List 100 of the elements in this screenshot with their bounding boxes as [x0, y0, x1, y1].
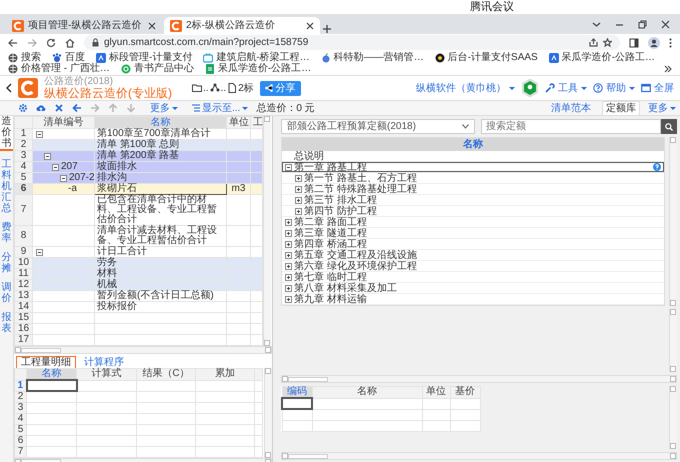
menu-button[interactable]: 帮助	[593, 82, 635, 94]
collapse-icon[interactable]	[60, 174, 67, 182]
address-field[interactable]: glyun.smartcost.com.cn/main?project=158759	[84, 35, 620, 50]
close-icon[interactable]	[148, 22, 156, 30]
vertical-scrollbar[interactable]	[264, 368, 272, 458]
collapse-icon[interactable]	[52, 164, 59, 170]
tree-row[interactable]: 第三章 隧道工程	[282, 228, 664, 239]
more-menu[interactable]: 更多	[150, 102, 178, 114]
close-icon[interactable]	[661, 20, 670, 28]
column-header[interactable]: 计算式	[76, 368, 136, 380]
collapse-icon[interactable]	[285, 164, 292, 170]
expand-icon[interactable]	[285, 274, 292, 280]
search-button[interactable]	[661, 119, 677, 134]
help-icon[interactable]	[653, 163, 661, 171]
bookmark-link[interactable]: 呆瓜学造价-公路工…	[548, 52, 656, 63]
browser-tab[interactable]: 项目管理-纵横公路云造价	[6, 17, 162, 34]
library-select[interactable]: 部颁公路工程预算定额(2018)	[281, 119, 475, 134]
more-vertical-icon[interactable]	[669, 38, 672, 48]
back-icon[interactable]	[8, 38, 18, 48]
tree-row[interactable]: 第一节 路基土、石方工程	[282, 173, 664, 184]
table-row[interactable]: 8 清单合计减去材料、工程设备、专业工程暂估价合计	[14, 226, 262, 246]
tree-row[interactable]: 第五章 交通工程及沿线设施	[282, 250, 664, 261]
profile-icon[interactable]	[648, 36, 660, 48]
column-header[interactable]: 名称	[312, 386, 422, 398]
collapse-icon[interactable]	[36, 130, 43, 138]
settings-icon[interactable]	[18, 103, 28, 113]
table-row[interactable]: 5 207-2 排水沟	[14, 172, 262, 184]
table-row[interactable]: 7 已包含在清单合计中的材料、工程设备、专业工程暂估价合计	[14, 194, 262, 226]
tree-row[interactable]: 第二节 特殊路基处理工程	[282, 184, 664, 195]
side-nav-tab[interactable]: 报表	[0, 312, 13, 334]
table-row[interactable]: 14 投标报价	[14, 302, 262, 312]
arrow-left-icon[interactable]	[72, 103, 82, 113]
column-header[interactable]: 结果（C）	[136, 368, 196, 380]
star-icon[interactable]	[603, 38, 612, 47]
expand-icon[interactable]	[285, 262, 292, 270]
bookmark-link[interactable]: 后台-计量支付SAAS	[434, 52, 538, 63]
vertical-scrollbar[interactable]	[263, 116, 271, 346]
reload-icon[interactable]	[46, 38, 56, 48]
bookmark-link[interactable]: 百度	[52, 52, 85, 63]
bookmark-link[interactable]: 建筑启航-桥梁工程…	[203, 52, 310, 63]
horizontal-scrollbar[interactable]	[281, 375, 677, 383]
delete-icon[interactable]	[54, 103, 64, 113]
tree-row[interactable]: 第四章 桥涵工程	[282, 239, 664, 250]
cloud-upload-icon[interactable]	[36, 103, 46, 113]
table-row[interactable]: 10 劳务	[14, 258, 262, 268]
vertical-scrollbar[interactable]	[669, 386, 677, 449]
column-header[interactable]: 编码	[282, 386, 312, 398]
horizontal-scrollbar[interactable]	[14, 346, 272, 354]
expand-icon[interactable]	[285, 296, 292, 302]
tree-row[interactable]: 第二章 路面工程	[282, 217, 664, 228]
collapse-icon[interactable]	[36, 248, 43, 256]
search-field[interactable]: 搜索定额	[481, 119, 661, 134]
table-row[interactable]: 4 207 坡面排水	[14, 162, 262, 172]
restore-icon[interactable]	[638, 20, 647, 28]
table-row[interactable]: 3 清单 第200章 路基	[14, 150, 262, 162]
table-row[interactable]: 13 暂列金额(不含计日工总额)	[14, 290, 262, 302]
expand-icon[interactable]	[285, 230, 292, 236]
breadcrumb-text[interactable]: ..	[220, 82, 226, 94]
panel-tab[interactable]: 定额库	[602, 101, 640, 115]
vertical-scrollbar[interactable]	[669, 309, 677, 372]
column-header[interactable]: 名称	[94, 116, 226, 128]
collapse-icon[interactable]	[44, 152, 51, 160]
more-menu[interactable]: 更多	[648, 102, 676, 114]
display-level-menu[interactable]: 显示至...	[192, 102, 248, 114]
column-header[interactable]: 单位	[226, 116, 250, 128]
expand-icon[interactable]	[295, 174, 302, 182]
expand-icon[interactable]	[285, 240, 292, 248]
expand-icon[interactable]	[285, 218, 292, 226]
tree-row[interactable]: 第七章 临时工程	[282, 272, 664, 283]
fullscreen-button[interactable]: 全屏	[641, 82, 674, 94]
browser-tab[interactable]: 2标-纵横公路云造价	[164, 17, 320, 34]
bookmark-link[interactable]: 搜索	[8, 52, 41, 63]
breadcrumb-text[interactable]: ..	[203, 82, 209, 94]
expand-icon[interactable]	[285, 252, 292, 258]
side-nav-tab[interactable]: 费率	[0, 222, 13, 244]
side-nav-tab[interactable]: 造价书	[0, 116, 13, 151]
column-header[interactable]: 累加	[196, 368, 254, 380]
table-row[interactable]: 11 材料	[14, 268, 262, 280]
vertical-scrollbar[interactable]	[669, 137, 677, 306]
breadcrumb-text[interactable]: 2标	[238, 82, 254, 94]
tree-row[interactable]: 第三节 排水工程	[282, 195, 664, 206]
menu-button[interactable]: 工具	[545, 82, 587, 94]
account-menu[interactable]: 纵横软件（黄巾桃）	[416, 82, 515, 94]
new-tab-icon[interactable]	[322, 24, 332, 34]
bookmark-link[interactable]: 科特勒——营销管…	[320, 52, 424, 63]
tree-row[interactable]: 第四节 防护工程	[282, 206, 664, 217]
horizontal-scrollbar[interactable]	[281, 452, 677, 460]
tree-row[interactable]: 第六章 绿化及环境保护工程	[282, 261, 664, 272]
bookmark-link[interactable]: 呆瓜学造价-公路工…	[204, 63, 312, 74]
tree-row[interactable]: 第一章 路基工程	[282, 162, 664, 173]
chevrons-right-icon[interactable]	[664, 64, 672, 72]
tree-row[interactable]: 第八章 材料采集及加工	[282, 283, 664, 294]
share-icon[interactable]	[589, 38, 598, 47]
expand-icon[interactable]	[295, 208, 302, 214]
expand-icon[interactable]	[285, 284, 292, 292]
side-nav-tab[interactable]: 分摊	[0, 252, 13, 274]
bookmark-link[interactable]: 价格管理 - 广西壮…	[8, 63, 110, 74]
home-icon[interactable]	[65, 38, 75, 48]
selected-cell[interactable]	[26, 380, 76, 391]
table-row[interactable]: 12 机械	[14, 280, 262, 290]
